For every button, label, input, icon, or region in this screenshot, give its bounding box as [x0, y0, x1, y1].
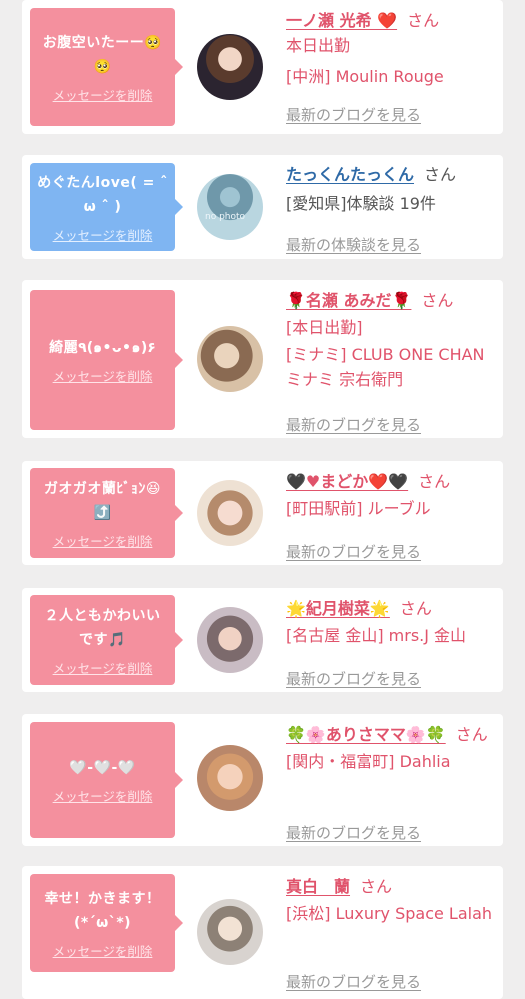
message-bubble: 🤍-🤍-🤍 メッセージを削除 — [30, 722, 183, 838]
shop-info: [愛知県]体験談 19件 — [286, 194, 436, 213]
message-card: 🤍-🤍-🤍 メッセージを削除 🍀🌸ありさママ🌸🍀 さん [関内・福富町] Dahl… — [22, 714, 503, 846]
message-card: ２人ともかわいいです🎵 メッセージを削除 🌟紀月樹菜🌟 さん [名古屋 金山] m… — [22, 588, 503, 692]
message-text: めぐたんlove( = ˆ ω ˆ ) — [37, 174, 168, 215]
profile-name-link[interactable]: たっくんたっくん — [286, 165, 414, 184]
message-text: お腹空いたーー🥺🥺 — [42, 34, 163, 75]
profile-name-link[interactable]: 🌹名瀬 あみだ🌹 — [286, 291, 411, 310]
message-bubble: ガオガオ蘭ﾋﾞｮﾝ😆⤴️ メッセージを削除 — [30, 468, 183, 558]
profile-name-link[interactable]: 🌟紀月樹菜🌟 — [286, 599, 390, 618]
view-latest-blog-link[interactable]: 最新のブログを見る — [286, 104, 421, 125]
avatar[interactable] — [197, 326, 263, 392]
shop-info: [名古屋 金山] mrs.J 金山 — [286, 626, 467, 645]
message-text: ガオガオ蘭ﾋﾞｮﾝ😆⤴️ — [43, 480, 162, 521]
shop-info: [中洲] Moulin Rouge — [286, 67, 444, 86]
avatar[interactable] — [197, 899, 263, 965]
message-bubble: めぐたんlove( = ˆ ω ˆ ) メッセージを削除 — [30, 163, 183, 251]
honorific: さん — [424, 165, 457, 184]
delete-message-link[interactable]: メッセージを削除 — [53, 225, 153, 244]
shop-info: [町田駅前] ルーブル — [286, 499, 431, 518]
delete-message-link[interactable]: メッセージを削除 — [53, 941, 153, 960]
message-bubble: お腹空いたーー🥺🥺 メッセージを削除 — [30, 8, 183, 126]
avatar[interactable] — [197, 745, 263, 811]
work-status: [本日出勤] — [286, 318, 363, 337]
shop-info: [浜松] Luxury Space Lalah — [286, 904, 493, 923]
message-text: 綺麗٩(๑•ᴗ•๑)۶ — [49, 339, 156, 356]
avatar-no-photo[interactable]: no photo — [197, 174, 263, 240]
message-bubble: ２人ともかわいいです🎵 メッセージを削除 — [30, 595, 183, 685]
view-latest-blog-link[interactable]: 最新のブログを見る — [286, 414, 421, 435]
view-latest-blog-link[interactable]: 最新のブログを見る — [286, 541, 421, 562]
no-photo-label: no photo — [205, 212, 246, 222]
view-latest-blog-link[interactable]: 最新のブログを見る — [286, 822, 421, 843]
avatar[interactable] — [197, 34, 263, 100]
honorific: さん — [418, 472, 451, 491]
honorific: さん — [360, 877, 393, 896]
profile-name-link[interactable]: 一ノ瀬 光希 ❤️ — [286, 11, 397, 30]
honorific: さん — [399, 599, 432, 618]
honorific: さん — [407, 11, 440, 30]
message-card: ガオガオ蘭ﾋﾞｮﾝ😆⤴️ メッセージを削除 🖤♥まどか❤️🖤 さん [町田駅前] … — [22, 461, 503, 565]
delete-message-link[interactable]: メッセージを削除 — [53, 786, 153, 805]
avatar[interactable] — [197, 480, 263, 546]
profile-name-link[interactable]: 真白 蘭 — [286, 877, 350, 896]
message-text: ２人ともかわいいです🎵 — [44, 607, 161, 648]
delete-message-link[interactable]: メッセージを削除 — [53, 531, 153, 550]
message-card: めぐたんlove( = ˆ ω ˆ ) メッセージを削除 no photo たっ… — [22, 155, 503, 259]
view-latest-review-link[interactable]: 最新の体験談を見る — [286, 234, 421, 255]
delete-message-link[interactable]: メッセージを削除 — [53, 85, 153, 104]
message-card: 幸せ！かきます！(*´ω`*) メッセージを削除 真白 蘭さん [浜松] Lux… — [22, 866, 503, 999]
delete-message-link[interactable]: メッセージを削除 — [53, 658, 153, 677]
avatar[interactable] — [197, 607, 263, 673]
delete-message-link[interactable]: メッセージを削除 — [53, 366, 153, 385]
message-card: お腹空いたーー🥺🥺 メッセージを削除 一ノ瀬 光希 ❤️ さん 本日出勤 [中洲]… — [22, 0, 503, 134]
shop-info: [関内・福富町] Dahlia — [286, 752, 451, 771]
shop-info: [ミナミ] CLUB ONE CHAN ミナミ 宗右衛門 — [286, 345, 485, 389]
message-bubble: 綺麗٩(๑•ᴗ•๑)۶ メッセージを削除 — [30, 290, 183, 430]
view-latest-blog-link[interactable]: 最新のブログを見る — [286, 971, 421, 992]
message-text: 幸せ！かきます！(*´ω`*) — [44, 890, 161, 931]
honorific: さん — [455, 725, 488, 744]
honorific: さん — [421, 291, 454, 310]
profile-name-link[interactable]: 🍀🌸ありさママ🌸🍀 — [286, 725, 446, 744]
message-text: 🤍-🤍-🤍 — [69, 759, 136, 776]
profile-name-link[interactable]: 🖤♥まどか❤️🖤 — [286, 472, 408, 491]
message-bubble: 幸せ！かきます！(*´ω`*) メッセージを削除 — [30, 874, 183, 972]
message-card: 綺麗٩(๑•ᴗ•๑)۶ メッセージを削除 🌹名瀬 あみだ🌹 さん [本日出勤] [… — [22, 280, 503, 438]
view-latest-blog-link[interactable]: 最新のブログを見る — [286, 668, 421, 689]
work-status: 本日出勤 — [286, 36, 351, 55]
